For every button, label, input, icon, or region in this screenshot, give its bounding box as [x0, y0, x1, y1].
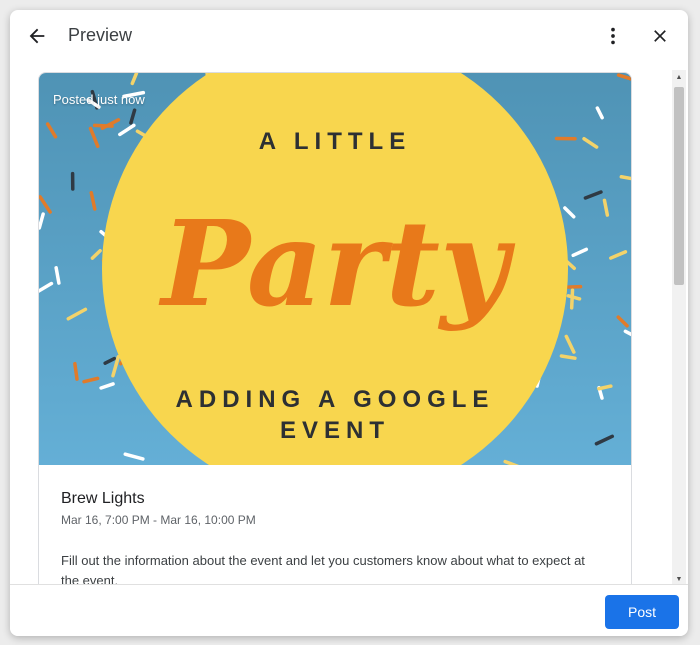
dialog-content: A LITTLE Party ADDING A GOOGLE EVENT Pos… — [10, 66, 688, 584]
more-options-button[interactable] — [597, 20, 629, 52]
close-button[interactable] — [644, 20, 676, 52]
post-button[interactable]: Post — [605, 595, 679, 629]
event-description: Fill out the information about the event… — [61, 553, 585, 584]
preview-dialog: Preview A LITTLE Party ADDING A GOOGLE E… — [10, 10, 688, 636]
more-vert-icon — [611, 27, 615, 45]
posted-status: Posted just now — [53, 92, 145, 107]
close-icon — [654, 30, 666, 42]
image-text-line1: A LITTLE — [259, 128, 411, 155]
event-date: Mar 16, 7:00 PM - Mar 16, 10:00 PM — [61, 513, 256, 527]
dialog-header: Preview — [10, 10, 688, 66]
scrollbar[interactable]: ▲ ▼ — [672, 70, 686, 586]
sprinkle — [569, 288, 575, 310]
arrow-back-icon — [29, 28, 45, 44]
event-banner-image: A LITTLE Party ADDING A GOOGLE EVENT — [39, 73, 631, 465]
sprinkle — [559, 354, 577, 360]
image-text-line2: ADDING A GOOGLE — [176, 386, 495, 413]
post-preview-card: A LITTLE Party ADDING A GOOGLE EVENT Pos… — [38, 72, 632, 584]
scroll-up-arrow-icon[interactable]: ▲ — [672, 70, 686, 84]
image-text-script: Party — [158, 194, 516, 333]
event-title: Brew Lights — [61, 490, 145, 507]
scroll-thumb[interactable] — [674, 87, 684, 285]
image-text-line3: EVENT — [280, 417, 390, 444]
dialog-title: Preview — [68, 25, 133, 45]
back-button[interactable] — [21, 20, 53, 52]
sprinkle — [73, 361, 79, 381]
dialog-footer: Post — [10, 584, 688, 636]
